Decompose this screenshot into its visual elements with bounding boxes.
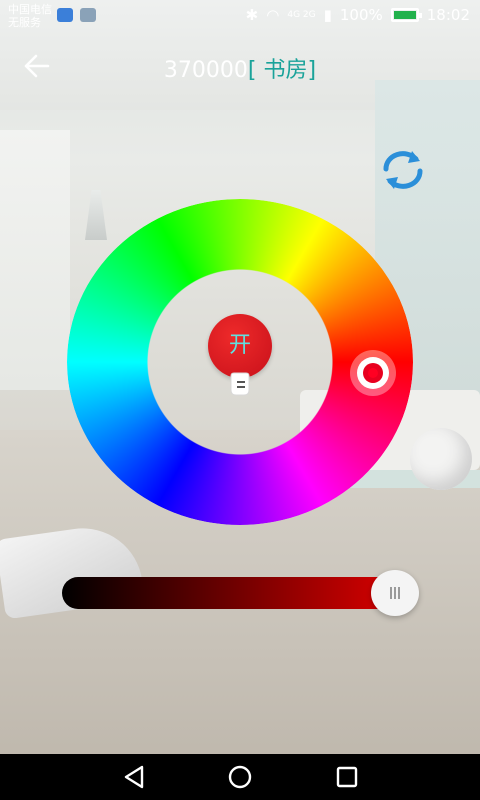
carrier-name: 中国电信 <box>8 3 52 16</box>
triangle-back-icon[interactable] <box>120 762 150 792</box>
color-wheel-handle[interactable] <box>350 350 396 396</box>
usb-notification-icon <box>57 8 73 22</box>
vase <box>410 428 472 490</box>
device-id: 370000 <box>163 58 248 83</box>
network-type: 4G 2G <box>287 9 316 20</box>
refresh-icon[interactable] <box>378 147 428 193</box>
power-button[interactable]: 开 <box>208 314 272 378</box>
brightness-slider-thumb[interactable] <box>371 570 419 616</box>
left-window <box>0 130 70 390</box>
square-recent-icon[interactable] <box>332 762 362 792</box>
brightness-slider[interactable] <box>62 577 418 609</box>
pendant-lamp <box>85 190 107 240</box>
room-name: [ 书房] <box>247 58 317 83</box>
signal-icon: ▮ <box>323 6 332 24</box>
bulb-icon[interactable] <box>228 372 252 400</box>
battery-icon <box>390 8 422 22</box>
status-right: ✱ ◠ 4G 2G ▮ 100% 18:02 <box>246 6 470 24</box>
wifi-icon: ◠ <box>266 6 280 24</box>
battery-percent: 100% <box>339 6 383 24</box>
circle-home-icon[interactable] <box>225 762 255 792</box>
header: 370000[ 书房] <box>0 40 480 90</box>
clock: 18:02 <box>426 6 470 24</box>
carrier-status: 无服务 <box>8 16 41 29</box>
status-bar: 中国电信 无服务 ✱ ◠ 4G 2G ▮ 100% 18:02 <box>0 0 480 32</box>
image-notification-icon <box>80 8 96 22</box>
page-title: 370000[ 书房] <box>0 52 480 84</box>
bluetooth-icon: ✱ <box>245 6 259 24</box>
navigation-bar <box>0 754 480 800</box>
carrier-info: 中国电信 无服务 <box>8 3 52 29</box>
